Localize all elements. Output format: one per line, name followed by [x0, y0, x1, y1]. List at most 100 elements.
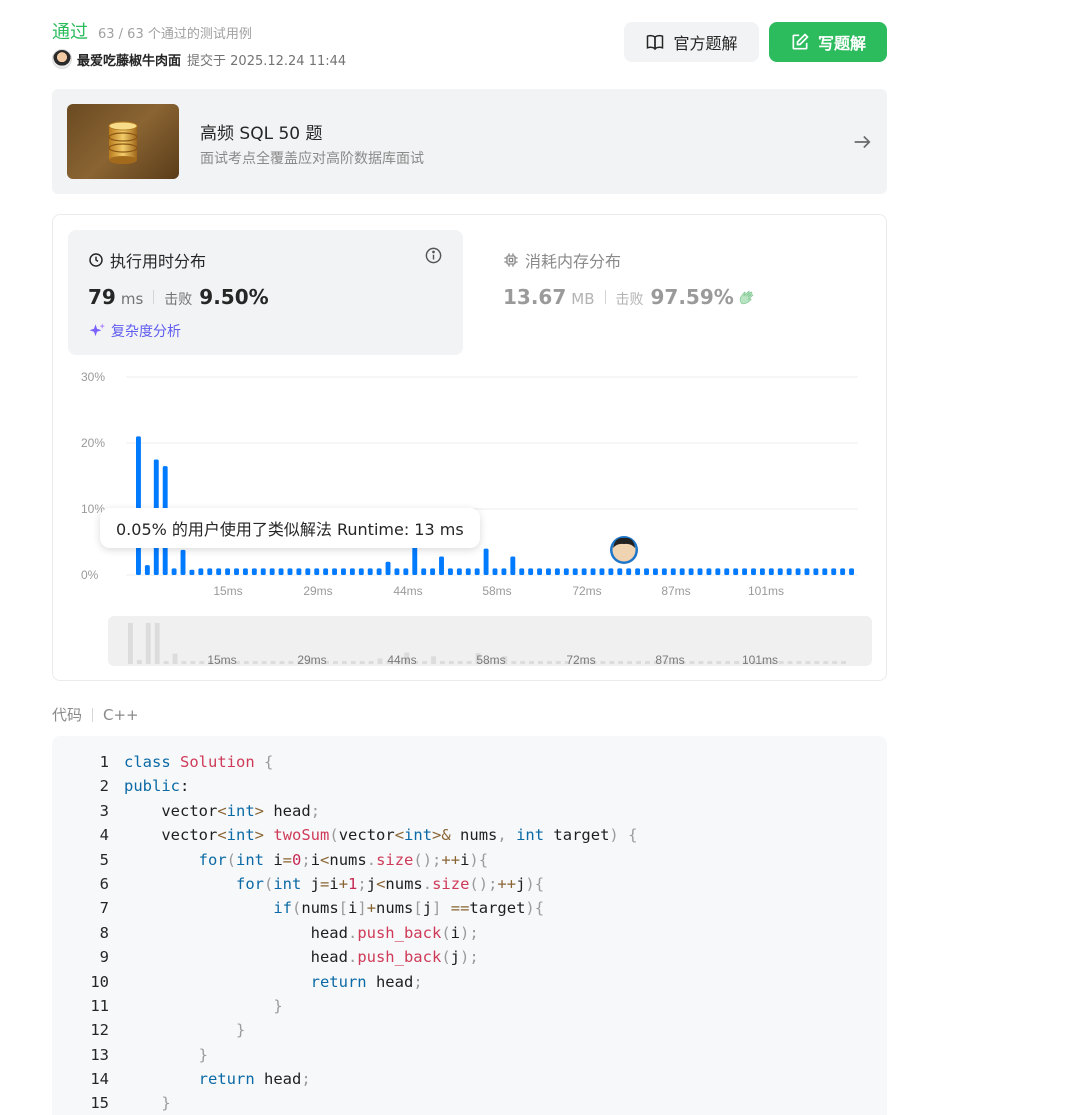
avatar[interactable]: [52, 49, 72, 69]
code-text: for(int i=0;i<nums.size();++i){: [198, 850, 489, 869]
x-tick-label: 58ms: [482, 584, 511, 598]
bar: [394, 568, 400, 575]
code-text: return head;: [310, 972, 423, 991]
code-text: return head;: [198, 1070, 311, 1089]
bar: [759, 568, 765, 575]
bar: [679, 568, 685, 575]
code-text: if(nums[i]+nums[j] ==target){: [273, 899, 545, 918]
submission-header: 通过 63 / 63 个通过的测试用例 最爱吃藤椒牛肉面 提交于 2025.12…: [52, 18, 887, 70]
x-tick-label: 72ms: [572, 584, 601, 598]
bar: [849, 568, 854, 575]
status-label: 通过: [52, 22, 88, 43]
bar: [456, 568, 462, 575]
bar: [715, 568, 721, 575]
bar: [305, 568, 311, 575]
bar: [546, 568, 551, 575]
code-text: vector<int> head;: [124, 801, 321, 820]
bar: [572, 568, 578, 575]
line-number: 6: [99, 874, 109, 893]
arrow-right-icon[interactable]: [851, 131, 873, 153]
bar: [786, 568, 792, 575]
bar: [242, 568, 248, 575]
x-tick-label: 101ms: [748, 584, 784, 598]
username[interactable]: 最爱吃藤椒牛肉面: [77, 50, 181, 69]
divider: [92, 707, 94, 722]
bar: [519, 568, 525, 575]
bar: [528, 568, 534, 575]
line-number: 14: [90, 1070, 109, 1089]
bar: [501, 568, 507, 575]
bar: [840, 568, 846, 575]
study-plan-banner[interactable]: 高频 SQL 50 题 面试考点全覆盖应对高阶数据库面试: [52, 89, 887, 194]
bar: [287, 568, 293, 575]
runtime-distribution-chart[interactable]: 30%20%10%0%15ms 29ms 44ms 58ms 72ms 87ms 101ms: [53, 215, 886, 680]
write-solution-button[interactable]: 写题解: [769, 22, 887, 62]
bar: [412, 547, 418, 575]
edit-icon: [792, 33, 809, 50]
submit-time: 提交于 2025.12.24 11:44: [187, 53, 347, 69]
bar: [260, 568, 266, 575]
bar: [439, 556, 444, 575]
line-number: 13: [90, 1045, 109, 1064]
code-text: head.push_back(i);: [124, 923, 479, 942]
chart-range-overview[interactable]: [108, 616, 872, 666]
official-solution-button[interactable]: 官方题解: [624, 22, 759, 62]
code-line: 11 }: [52, 994, 887, 1018]
code-line: 10 return head;: [52, 970, 887, 994]
code-line: 13 }: [52, 1043, 887, 1067]
line-number: 2: [99, 777, 109, 796]
bar: [590, 568, 596, 575]
bar: [599, 568, 605, 575]
code-block[interactable]: 1 class Solution {2 public: 3 vector<int> h…: [52, 736, 887, 1115]
bar: [706, 568, 712, 575]
bar: [269, 568, 275, 575]
bar: [385, 561, 391, 575]
code-line: 1 class Solution {: [52, 750, 887, 774]
bar: [332, 568, 338, 575]
bar: [688, 568, 694, 575]
official-solution-label: 官方题解: [673, 34, 738, 53]
line-number: 5: [99, 850, 109, 869]
line-number: 15: [90, 1094, 109, 1113]
bar: [474, 568, 480, 575]
bar: [724, 568, 730, 575]
code-text: class Solution {: [124, 753, 274, 771]
bar: [822, 568, 828, 575]
bar: [768, 568, 774, 575]
bar: [661, 568, 667, 575]
code-section-label: 代码 C++: [52, 704, 139, 725]
banner-subtitle: 面试考点全覆盖应对高阶数据库面试: [200, 151, 424, 167]
line-number: 8: [99, 923, 109, 942]
bar: [207, 568, 213, 575]
code-line: 5 for(int i=0;i<nums.size();++i){: [52, 848, 887, 872]
code-text: }: [273, 996, 283, 1015]
bar: [626, 568, 632, 575]
code-line: 3 vector<int> head;: [52, 799, 887, 823]
code-label: 代码: [52, 706, 83, 724]
bar: [234, 568, 239, 575]
code-text: vector<int> twoSum(vector<int>& nums, in…: [124, 826, 638, 845]
bar: [804, 568, 810, 575]
code-line: 4 vector<int> twoSum(vector<int>& nums, …: [52, 823, 887, 847]
bar: [421, 568, 427, 575]
bar: [831, 568, 837, 575]
bar: [296, 568, 302, 575]
bar: [189, 569, 195, 575]
bar: [795, 568, 801, 575]
bar: [563, 568, 569, 575]
y-tick-label: 20%: [81, 436, 105, 450]
line-number: 12: [90, 1021, 109, 1040]
bar: [403, 568, 409, 575]
bar: [483, 548, 489, 575]
code-line: 15 }: [52, 1091, 887, 1115]
bar: [581, 568, 587, 575]
submitter-row: 最爱吃藤椒牛肉面 提交于 2025.12.24 11:44: [52, 48, 346, 70]
bar: [367, 568, 373, 575]
bar: [777, 568, 783, 575]
bar: [697, 568, 703, 575]
bar: [492, 568, 498, 575]
line-number: 1: [99, 753, 109, 771]
code-line: 12 }: [52, 1018, 887, 1042]
bar: [323, 568, 329, 575]
bar: [510, 556, 516, 575]
